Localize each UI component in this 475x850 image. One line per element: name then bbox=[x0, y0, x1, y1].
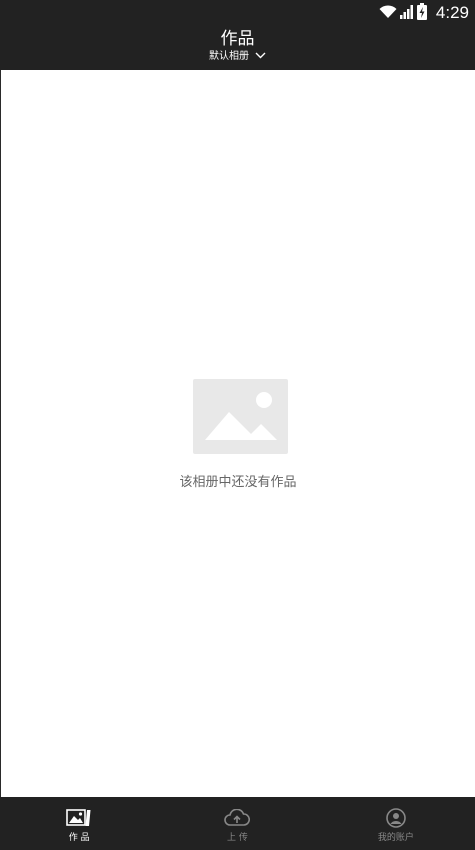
app-screen: 4:29 作品 默认相册 该相册中还没有作品 作 品 上 传 我的账户 bbox=[0, 0, 475, 850]
cloud-upload-icon bbox=[224, 807, 251, 829]
nav-item-account[interactable]: 我的账户 bbox=[317, 797, 475, 850]
album-selector[interactable]: 默认相册 bbox=[0, 50, 475, 64]
nav-item-works[interactable]: 作 品 bbox=[0, 797, 158, 850]
battery-charging-icon bbox=[416, 2, 427, 24]
main-content: 该相册中还没有作品 bbox=[0, 70, 475, 797]
account-icon bbox=[383, 807, 409, 829]
nav-label-account: 我的账户 bbox=[377, 833, 414, 843]
nav-item-upload[interactable]: 上 传 bbox=[158, 797, 316, 850]
gallery-icon bbox=[66, 807, 92, 829]
image-placeholder-icon bbox=[193, 379, 288, 454]
page-title: 作品 bbox=[220, 29, 255, 49]
empty-state-message: 该相册中还没有作品 bbox=[179, 475, 297, 490]
wifi-icon bbox=[379, 4, 397, 23]
album-label: 默认相册 bbox=[209, 51, 249, 62]
bottom-nav: 作 品 上 传 我的账户 bbox=[0, 797, 475, 850]
status-icons: 4:29 bbox=[379, 2, 469, 24]
chevron-down-icon bbox=[255, 50, 266, 64]
status-time: 4:29 bbox=[435, 3, 469, 22]
header: 作品 默认相册 bbox=[0, 26, 475, 70]
nav-label-works: 作 品 bbox=[68, 833, 90, 843]
signal-icon bbox=[399, 4, 414, 23]
status-bar: 4:29 bbox=[0, 0, 475, 26]
nav-label-upload: 上 传 bbox=[227, 833, 248, 843]
